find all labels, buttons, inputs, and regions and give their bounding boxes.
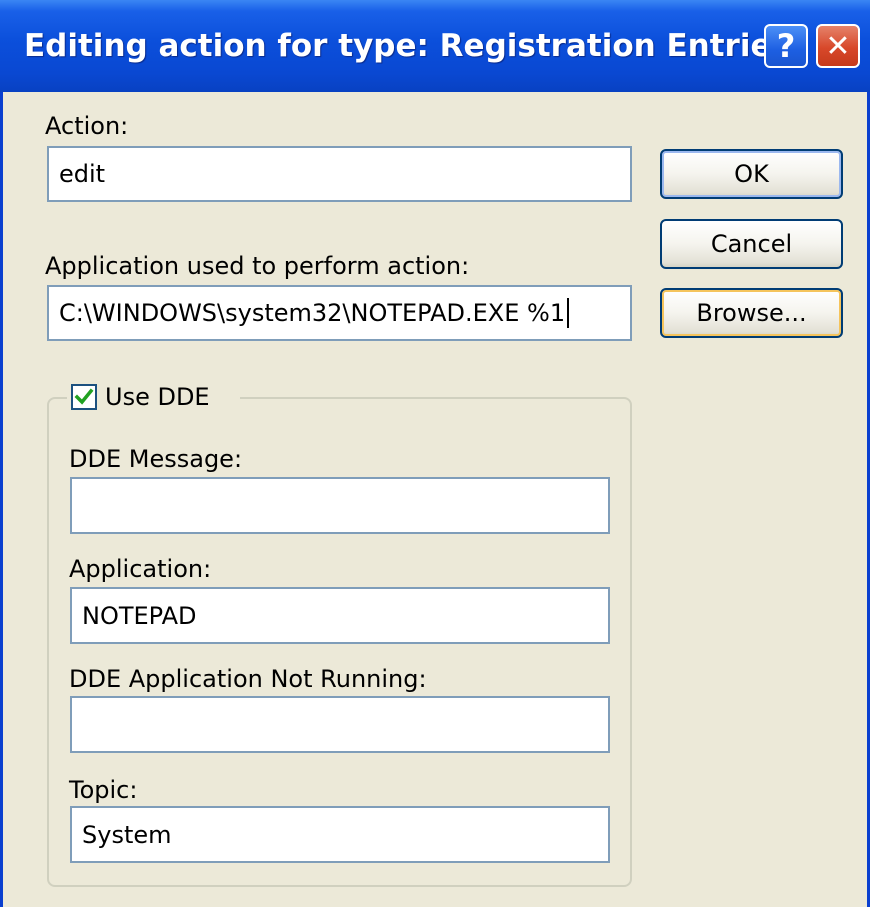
checkmark-icon xyxy=(74,388,94,405)
edit-action-dialog: Editing action for type: Registration En… xyxy=(0,0,870,907)
text-caret xyxy=(567,298,570,328)
help-button[interactable]: ? xyxy=(764,24,808,68)
cancel-button-label: Cancel xyxy=(710,230,793,258)
dde-message-input[interactable] xyxy=(70,477,610,534)
dde-not-running-label: DDE Application Not Running: xyxy=(69,665,427,693)
action-input[interactable]: edit xyxy=(47,146,632,202)
application-used-value: C:\WINDOWS\system32\NOTEPAD.EXE %1 xyxy=(59,299,566,327)
topic-label: Topic: xyxy=(69,776,138,804)
dde-not-running-input[interactable] xyxy=(70,696,610,753)
title-bar[interactable]: Editing action for type: Registration En… xyxy=(0,0,870,92)
application-used-label: Application used to perform action: xyxy=(45,252,470,280)
cancel-button[interactable]: Cancel xyxy=(660,219,843,269)
ok-button-label: OK xyxy=(734,160,769,188)
use-dde-checkbox[interactable] xyxy=(71,384,97,410)
close-button[interactable]: ✕ xyxy=(816,24,860,68)
close-icon: ✕ xyxy=(825,28,851,64)
topic-value: System xyxy=(82,820,172,849)
application-used-input[interactable]: C:\WINDOWS\system32\NOTEPAD.EXE %1 xyxy=(47,285,632,341)
use-dde-toggle[interactable]: Use DDE xyxy=(67,379,240,415)
dde-application-input[interactable]: NOTEPAD xyxy=(70,587,610,644)
dde-message-label: DDE Message: xyxy=(69,445,243,473)
browse-button[interactable]: Browse... xyxy=(660,288,843,338)
topic-input[interactable]: System xyxy=(70,806,610,863)
use-dde-label: Use DDE xyxy=(105,383,210,411)
dde-application-value: NOTEPAD xyxy=(82,601,197,630)
help-icon: ? xyxy=(776,27,796,65)
action-label: Action: xyxy=(45,112,129,140)
dde-application-label: Application: xyxy=(69,555,212,583)
action-input-value: edit xyxy=(59,160,106,188)
dialog-title: Editing action for type: Registration En… xyxy=(24,28,790,64)
browse-button-label: Browse... xyxy=(696,299,807,327)
ok-button[interactable]: OK xyxy=(660,149,843,199)
